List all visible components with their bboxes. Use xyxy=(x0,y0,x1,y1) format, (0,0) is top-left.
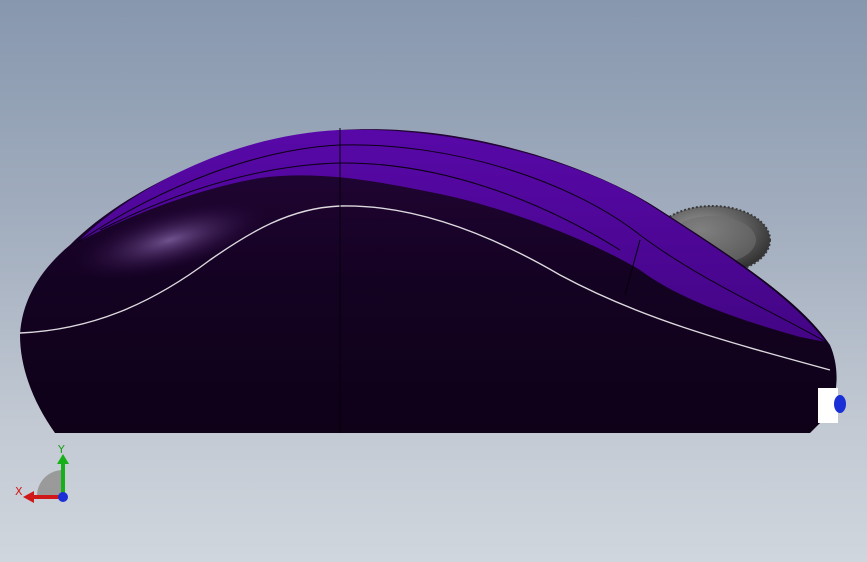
x-axis-label: X xyxy=(15,485,23,498)
x-axis-arrowhead xyxy=(23,491,34,503)
graphics-viewport[interactable]: X Y xyxy=(0,0,867,562)
front-blue-cap xyxy=(834,395,846,413)
mouse-model[interactable] xyxy=(0,0,867,562)
z-axis-dot xyxy=(58,492,68,502)
y-axis-label: Y xyxy=(58,443,65,456)
axis-triad: X Y xyxy=(10,440,80,510)
triad-plane xyxy=(37,470,63,496)
